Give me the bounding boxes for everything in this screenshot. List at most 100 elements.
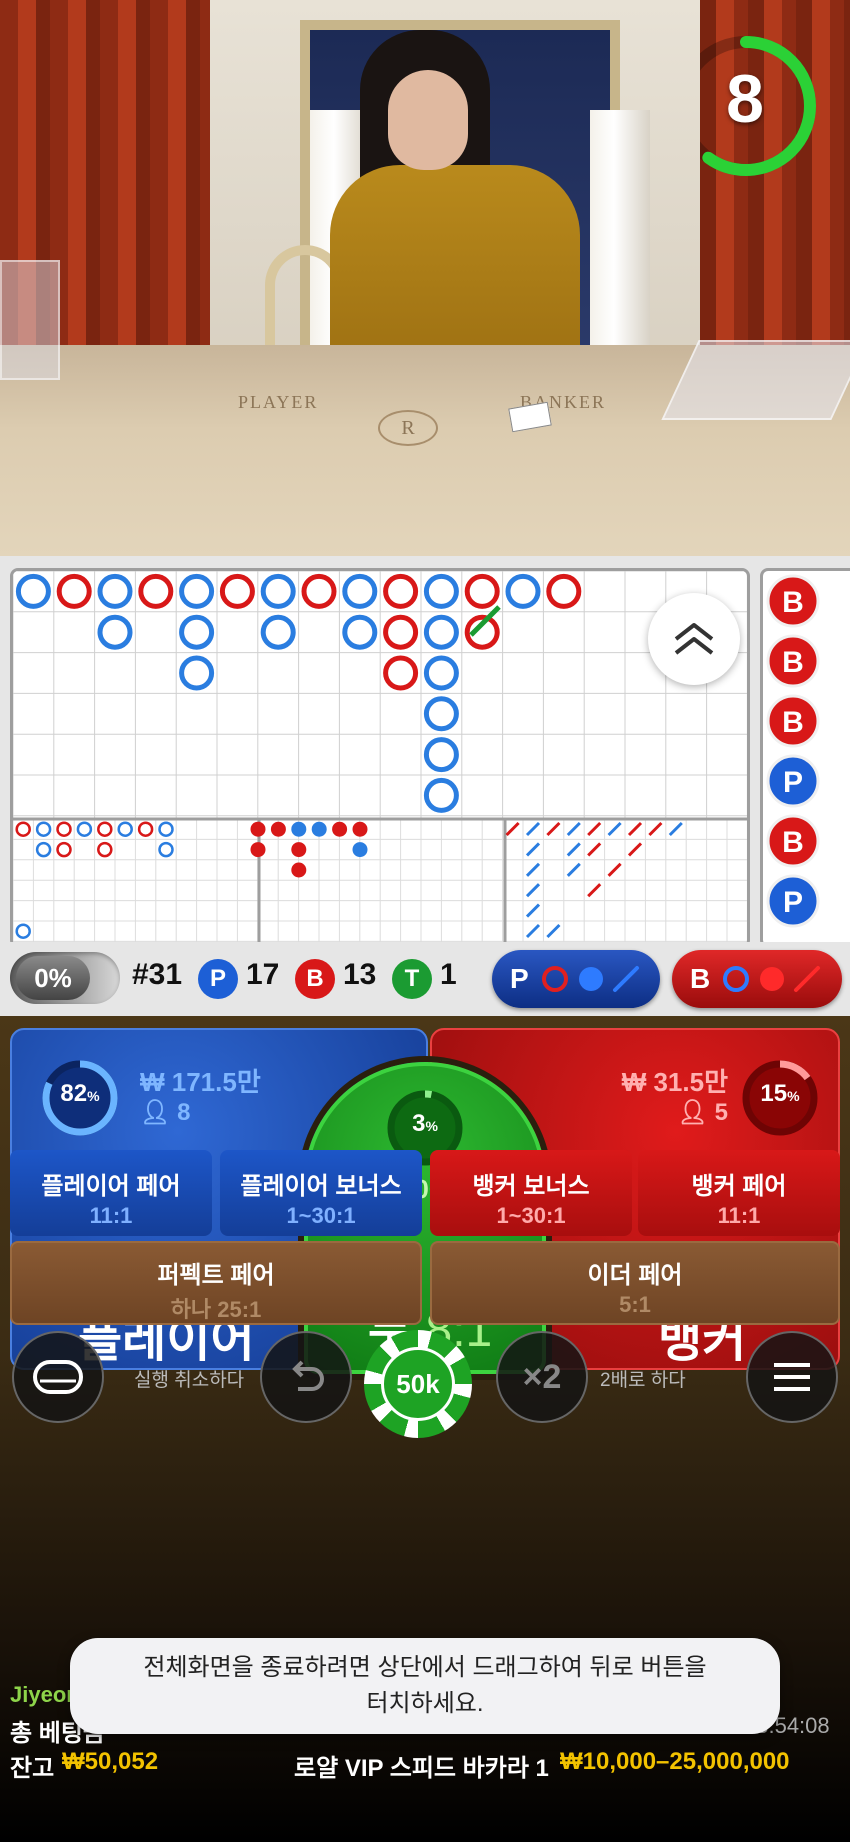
big-road-mark [423, 696, 459, 732]
big-road-mark [97, 614, 133, 650]
player-predict-button[interactable]: P [492, 950, 660, 1008]
hamburger-menu-icon [774, 1363, 810, 1391]
big-road-mark [423, 777, 459, 813]
cockroach-mark [566, 821, 581, 837]
pillar-right [590, 110, 650, 360]
big-road-mark [383, 573, 419, 609]
bet-player-bonus-button[interactable]: 플레이어 보너스 1~30:1 [220, 1150, 422, 1236]
big-road-mark [15, 573, 51, 609]
toast-line-2: 터치하세요. [366, 1690, 484, 1717]
undo-label: 실행 취소하다 [134, 1370, 245, 1391]
card-shoe-left [0, 260, 60, 380]
double-icon: ×2 [522, 1357, 562, 1396]
chip-selector[interactable]: 50k [364, 1330, 472, 1438]
undo-icon [292, 1360, 324, 1391]
player-badge: P [198, 959, 238, 999]
big-eye-mark [97, 841, 113, 858]
player-percent: 82% [60, 1080, 100, 1107]
small-road-mark [250, 821, 266, 837]
pair-bet-label: 퍼펙트 페어 [157, 1262, 275, 1289]
big-road-mark [423, 655, 459, 691]
player-amount: ₩ 171.5만 [140, 1067, 261, 1097]
cockroach-mark [546, 923, 561, 939]
small-road-mark [352, 842, 368, 858]
big-road-mark [342, 573, 378, 609]
banker-predict-button[interactable]: B [672, 950, 842, 1008]
bet-either-pair-button[interactable]: 이더 페어 5:1 [430, 1241, 840, 1325]
small-road-mark [352, 821, 368, 837]
cockroach-mark [525, 821, 541, 837]
cockroach-mark [627, 821, 643, 837]
bet-banker-bonus-button[interactable]: 뱅커 보너스 1~30:1 [430, 1150, 632, 1236]
big-road-mark [97, 573, 133, 609]
bet-perfect-pair-button[interactable]: 퍼펙트 페어 하나 25:1 [10, 1241, 422, 1325]
double-button[interactable]: ×2 [496, 1331, 588, 1423]
banker-users: 👤︎ 5 [677, 1099, 729, 1126]
bead-road-item: B [766, 634, 820, 688]
balance-label: 잔고 [10, 1755, 55, 1782]
bead-label: P [783, 886, 803, 919]
big-road-mark [179, 655, 215, 691]
cockroach-mark [587, 821, 602, 837]
big-eye-mark [35, 821, 52, 837]
player-count: 17 [246, 958, 280, 991]
percent-value: 0% [16, 956, 90, 1000]
big-eye-mark [117, 821, 133, 837]
round-number: #31 [132, 958, 183, 991]
big-road-mark [383, 655, 419, 691]
bead-road-grid: BBBPBP [766, 574, 820, 928]
big-road-mark [301, 573, 337, 609]
cockroach-mark [566, 842, 581, 857]
chevron-up-double-icon [674, 623, 714, 655]
chip-tray-button[interactable] [12, 1331, 104, 1423]
big-road-mark [260, 573, 296, 609]
predict-markers-icon [541, 966, 639, 992]
bead-label: B [782, 586, 804, 619]
expand-roadmap-button[interactable] [648, 593, 740, 685]
small-road-mark [311, 821, 327, 837]
small-road-mark [291, 842, 307, 858]
pair-bet-odds: 5:1 [619, 1292, 651, 1317]
player-users: 👤︎ 8 [140, 1099, 191, 1126]
side-bet-odds: 11:1 [89, 1203, 133, 1228]
tie-badge: T [392, 959, 432, 999]
menu-button[interactable] [746, 1331, 838, 1423]
table-view-icon [33, 1360, 83, 1394]
banker-count: 13 [343, 958, 377, 991]
undo-button[interactable] [260, 1331, 352, 1423]
big-eye-mark [15, 923, 31, 939]
big-road-mark [383, 614, 419, 650]
double-label: 2배로 하다 [600, 1370, 686, 1391]
big-eye-mark [35, 841, 52, 858]
cockroach-mark [525, 842, 541, 857]
big-eye-mark [158, 841, 174, 858]
roadmap-grid [13, 571, 747, 945]
banker-predict-label: B [690, 963, 711, 994]
banker-percent: 15% [760, 1080, 800, 1107]
bet-banker-pair-button[interactable]: 뱅커 페어 11:1 [638, 1150, 840, 1236]
toast-line-1: 전체화면을 종료하려면 상단에서 드래그하여 뒤로 버튼을 [143, 1654, 707, 1681]
tie-percent: 3% [412, 1110, 438, 1137]
bet-player-pair-button[interactable]: 플레이어 페어 11:1 [10, 1150, 212, 1236]
percent-toggle[interactable]: 0% [10, 952, 120, 1004]
big-eye-mark [76, 821, 93, 837]
cockroach-mark [587, 883, 602, 898]
side-bet-label: 플레이어 페어 [41, 1173, 181, 1200]
user-icon: 👤︎ [140, 1099, 171, 1126]
small-road-mark [270, 821, 286, 837]
pair-bet-odds: 하나 25:1 [170, 1297, 262, 1322]
table-label-player: PLAYER [238, 392, 319, 412]
pair-bet-label: 이더 페어 [587, 1262, 683, 1289]
bead-label: P [783, 766, 803, 799]
tie-count: 1 [440, 958, 457, 991]
side-bet-label: 플레이어 보너스 [240, 1173, 402, 1200]
small-road-mark [250, 842, 266, 858]
side-bet-label: 뱅커 페어 [691, 1173, 787, 1200]
side-bet-odds: 11:1 [717, 1203, 761, 1228]
banker-amount: ₩ 31.5만 [621, 1067, 728, 1097]
cockroach-mark [525, 923, 541, 939]
bead-road-item: B [766, 814, 820, 868]
big-road-mark [179, 573, 215, 609]
cockroach-mark [525, 883, 541, 898]
cockroach-mark [525, 903, 541, 918]
